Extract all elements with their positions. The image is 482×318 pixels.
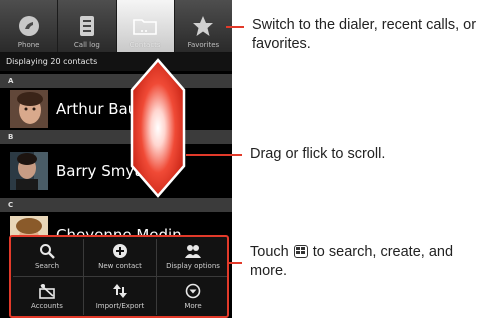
callout-line-scroll [186, 154, 242, 156]
menu-item-label: Search [34, 262, 60, 270]
star-icon [190, 15, 216, 37]
magnifier-icon [38, 242, 56, 260]
menu-item-label: Display options [166, 262, 220, 270]
tab-phone-label: Phone [17, 41, 40, 49]
call-log-icon [74, 15, 100, 37]
tab-call-log-label: Call log [73, 41, 100, 49]
callout-line-menu [229, 262, 242, 264]
tab-contacts[interactable]: Contacts [116, 0, 175, 52]
callout-menu-prefix: Touch [250, 244, 289, 260]
menu-item-search[interactable]: Search [11, 237, 83, 275]
import-export-icon [111, 282, 129, 300]
menu-item-new-contact[interactable]: New contact [84, 237, 156, 275]
menu-item-more[interactable]: More [157, 277, 229, 315]
contact-row[interactable]: Barry Smyth [0, 144, 232, 198]
menu-item-import-export[interactable]: Import/Export [84, 277, 156, 315]
callout-line-tabs [226, 26, 244, 28]
tab-phone[interactable]: Phone [0, 0, 59, 52]
menu-item-label: More [184, 302, 202, 310]
plus-circle-icon [111, 242, 129, 260]
options-menu: Search New contact Display options Accou… [9, 235, 229, 318]
callout-scroll: Drag or flick to scroll. [250, 146, 386, 162]
avatar [10, 90, 48, 128]
scroll-indicator[interactable] [130, 58, 186, 198]
contacts-folder-icon [132, 15, 158, 37]
phone-icon [16, 15, 42, 37]
section-header-b: B [0, 130, 232, 144]
menu-item-label: New contact [98, 262, 142, 270]
phone-screen: Phone Call log Contacts Favorites Displa… [0, 0, 232, 318]
menu-key-icon [293, 245, 308, 258]
tab-favorites[interactable]: Favorites [175, 0, 232, 52]
section-header-c: C [0, 198, 232, 212]
menu-item-label: Accounts [31, 302, 63, 310]
avatar [10, 152, 48, 190]
accounts-icon [38, 282, 56, 300]
callout-menu: Touch to search, create, and more. [250, 243, 480, 281]
tab-favorites-label: Favorites [187, 41, 220, 49]
tab-bar: Phone Call log Contacts Favorites [0, 0, 232, 53]
callout-tabs: Switch to the dialer, recent calls, or f… [252, 17, 477, 52]
people-icon [184, 242, 202, 260]
contact-row[interactable]: Arthur Baud [0, 88, 232, 130]
section-header-a: A [0, 74, 232, 88]
contact-count: Displaying 20 contacts [0, 53, 232, 71]
menu-item-label: Import/Export [95, 302, 145, 310]
menu-item-display-options[interactable]: Display options [157, 237, 229, 275]
more-icon [184, 282, 202, 300]
menu-item-accounts[interactable]: Accounts [11, 277, 83, 315]
tab-call-log[interactable]: Call log [58, 0, 117, 52]
tab-contacts-label: Contacts [129, 41, 161, 49]
